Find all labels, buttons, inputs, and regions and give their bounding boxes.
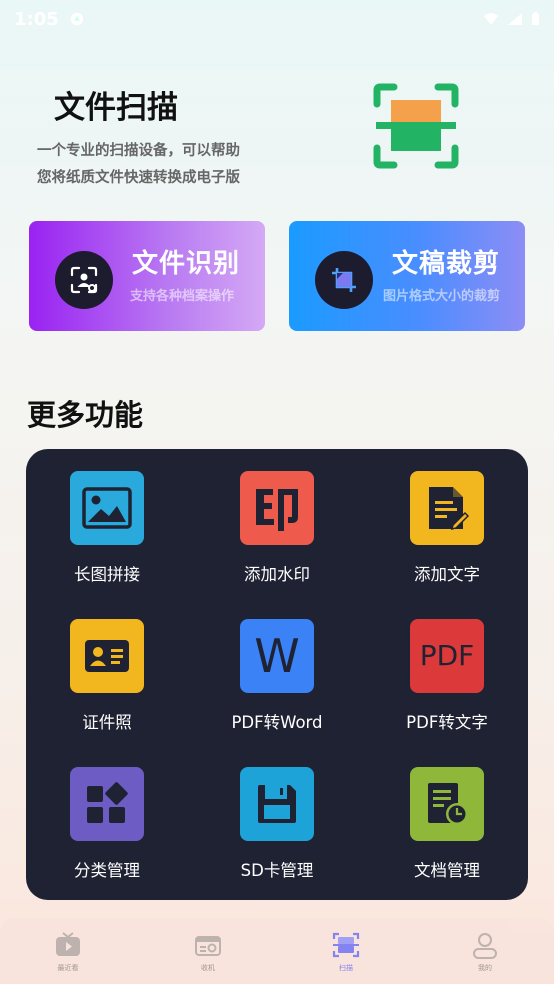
status-left: 1:05 <box>14 9 85 30</box>
bottom-nav: 最近看 收机 扫描 我的 <box>0 918 554 984</box>
category-icon <box>87 782 128 823</box>
nav-label: 最近看 <box>57 964 79 972</box>
feature-long-image-stitch[interactable]: 长图拼接 <box>37 471 177 585</box>
card-subtitle: 支持各种档案操作 <box>130 289 235 304</box>
nav-item-profile[interactable]: 我的 <box>455 930 515 973</box>
status-right <box>483 12 540 26</box>
section-title-more-functions: 更多功能 <box>27 398 144 432</box>
status-time: 1:05 <box>14 8 59 30</box>
card-icon-container <box>315 251 373 309</box>
card-title: 文件识别 <box>132 249 241 279</box>
feature-tile: PDF <box>410 619 484 693</box>
status-bar: 1:05 <box>0 0 554 38</box>
pdf-icon: PDF <box>419 639 475 672</box>
feature-tile: W <box>240 619 314 693</box>
nav-label: 扫描 <box>339 964 353 972</box>
hero-desc-line-1: 一个专业的扫描设备，可以帮助 <box>37 143 240 159</box>
scan-recognize-icon <box>70 266 98 294</box>
tv-icon <box>56 932 80 956</box>
user-icon <box>473 933 497 959</box>
nav-item-recent[interactable]: 最近看 <box>38 930 98 973</box>
feature-label: 分类管理 <box>74 861 140 880</box>
card-file-recognition[interactable]: 文件识别 支持各种档案操作 <box>29 221 265 331</box>
id-card-icon <box>85 640 129 672</box>
feature-label: 证件照 <box>82 713 132 732</box>
feature-tile <box>410 471 484 545</box>
feature-tile <box>70 767 144 841</box>
image-icon <box>82 487 132 529</box>
hero-description: 一个专业的扫描设备，可以帮助 您将纸质文件快速转换成电子版 <box>37 138 240 192</box>
nav-item-radio[interactable]: 收机 <box>178 930 238 973</box>
feature-add-text[interactable]: 添加文字 <box>377 471 517 585</box>
feature-pdf-to-word[interactable]: W PDF转Word <box>207 619 347 733</box>
word-icon: W <box>254 629 300 683</box>
feature-add-watermark[interactable]: 添加水印 <box>207 471 347 585</box>
add-text-icon <box>429 487 469 531</box>
feature-document-management[interactable]: 文档管理 <box>377 767 517 881</box>
card-icon-container <box>55 251 113 309</box>
feature-label: PDF转Word <box>231 713 323 732</box>
feature-pdf-to-text[interactable]: PDF PDF转文字 <box>377 619 517 733</box>
hero-desc-line-2: 您将纸质文件快速转换成电子版 <box>37 170 240 186</box>
card-subtitle: 图片格式大小的裁剪 <box>383 289 501 304</box>
nav-label: 收机 <box>201 964 215 972</box>
feature-label: 长图拼接 <box>74 565 140 584</box>
feature-sd-card-management[interactable]: SD卡管理 <box>207 767 347 881</box>
feature-tile <box>70 619 144 693</box>
hero-title: 文件扫描 <box>54 90 178 126</box>
battery-icon <box>532 12 539 26</box>
feature-tile <box>240 471 314 545</box>
feature-category-management[interactable]: 分类管理 <box>37 767 177 881</box>
crop-icon <box>332 268 356 292</box>
watermark-icon <box>256 489 298 531</box>
feature-tile <box>70 471 144 545</box>
signal-icon <box>508 13 522 25</box>
wifi-icon <box>484 13 498 25</box>
feature-label: 添加文字 <box>414 565 480 584</box>
more-functions-panel: 长图拼接 添加水印 添加文字 证件照 W PDF转Word PDF PDF转文字… <box>26 449 528 900</box>
nav-label: 我的 <box>478 964 492 972</box>
nav-item-scan[interactable]: 扫描 <box>316 930 376 973</box>
feature-label: 文档管理 <box>414 861 480 880</box>
card-document-crop[interactable]: 文稿裁剪 图片格式大小的裁剪 <box>289 221 525 331</box>
feature-id-photo[interactable]: 证件照 <box>37 619 177 733</box>
document-clock-icon <box>428 783 468 825</box>
feature-label: SD卡管理 <box>240 861 314 880</box>
scan-icon <box>332 932 360 958</box>
radio-icon <box>195 936 221 956</box>
document-scan-icon <box>373 83 459 169</box>
feature-tile <box>410 767 484 841</box>
save-icon <box>258 785 296 823</box>
app-notification-icon <box>70 12 83 26</box>
card-title: 文稿裁剪 <box>392 249 501 279</box>
feature-label: PDF转文字 <box>406 713 488 732</box>
feature-label: 添加水印 <box>244 565 310 584</box>
feature-tile <box>240 767 314 841</box>
